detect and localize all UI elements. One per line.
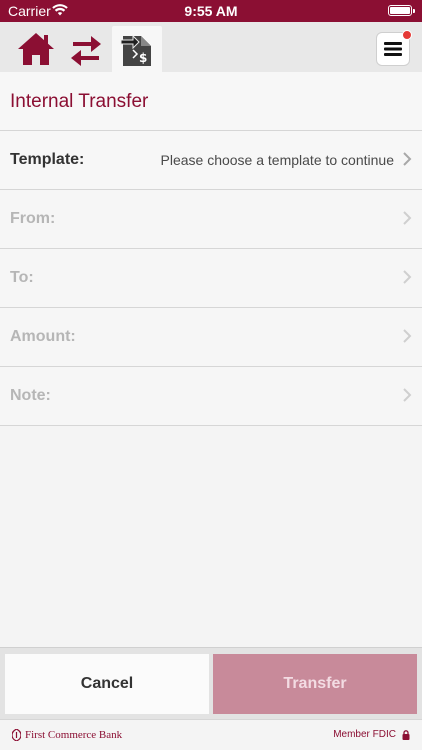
action-bar: Cancel Transfer — [0, 647, 422, 719]
menu-icon — [384, 42, 402, 56]
status-bar: Carrier 9:55 AM — [0, 0, 422, 22]
member-fdic-label: Member FDIC — [333, 729, 396, 740]
transfer-button[interactable]: Transfer — [213, 654, 417, 714]
bank-name: First Commerce Bank — [25, 729, 123, 741]
transfers-icon — [71, 36, 101, 66]
home-icon — [18, 33, 54, 65]
chevron-right-icon — [403, 152, 412, 166]
page-header: Internal Transfer — [0, 72, 422, 131]
nav-bar: $ — [0, 22, 422, 72]
amount-label: Amount: — [10, 328, 76, 345]
from-row[interactable]: From: — [0, 190, 422, 249]
cancel-button[interactable]: Cancel — [5, 654, 209, 714]
notification-badge-icon — [402, 30, 412, 40]
battery-icon — [388, 5, 415, 16]
internal-transfer-tab[interactable]: $ — [112, 26, 162, 72]
page-title: Internal Transfer — [10, 91, 149, 112]
from-label: From: — [10, 210, 56, 227]
bank-logo: First Commerce Bank — [12, 729, 122, 741]
chevron-right-icon — [403, 211, 412, 225]
template-value: Please choose a template to continue — [160, 152, 395, 168]
template-row[interactable]: Template: Please choose a template to co… — [0, 131, 422, 190]
clock: 9:55 AM — [184, 3, 238, 19]
lock-icon — [402, 729, 410, 740]
home-button[interactable] — [12, 26, 60, 72]
chevron-right-icon — [403, 329, 412, 343]
chevron-right-icon — [403, 270, 412, 284]
member-fdic: Member FDIC — [333, 729, 410, 740]
to-row[interactable]: To: — [0, 249, 422, 308]
internal-transfer-icon: $ — [120, 34, 151, 66]
svg-text:$: $ — [139, 51, 147, 65]
note-row[interactable]: Note: — [0, 367, 422, 426]
bank-emblem-icon — [12, 729, 21, 741]
chevron-right-icon — [403, 388, 412, 402]
template-label: Template: — [10, 151, 85, 168]
screen: Carrier 9:55 AM $ Internal Transfer Temp… — [0, 0, 422, 750]
transfers-button[interactable] — [62, 26, 110, 72]
footer: First Commerce Bank Member FDIC — [0, 719, 422, 750]
amount-row[interactable]: Amount: — [0, 308, 422, 367]
transfer-form: Template: Please choose a template to co… — [0, 131, 422, 426]
menu-button[interactable] — [376, 30, 412, 66]
note-label: Note: — [10, 387, 51, 404]
to-label: To: — [10, 269, 34, 286]
